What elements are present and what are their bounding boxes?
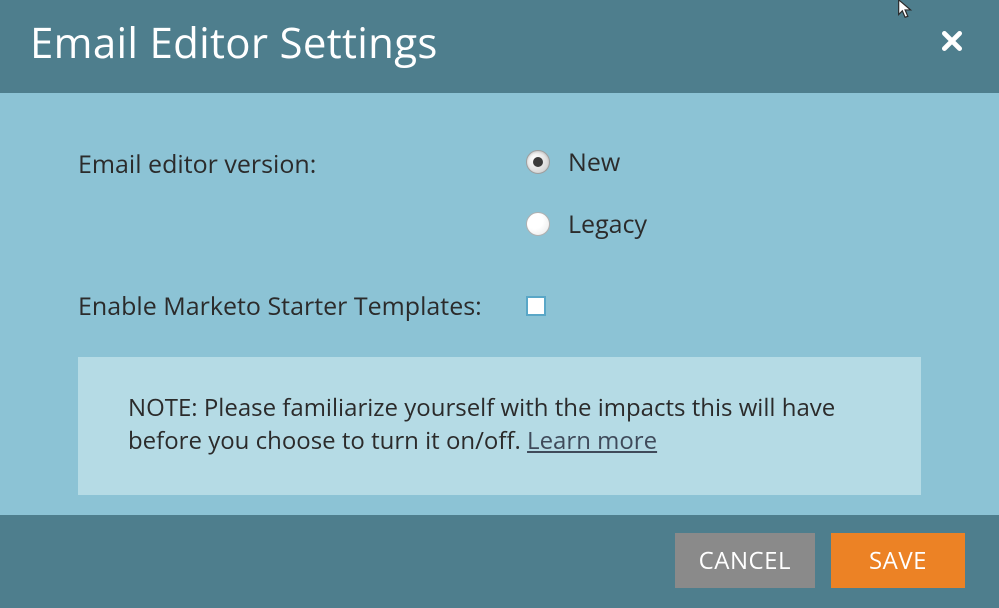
radio-label-new: New: [568, 145, 620, 179]
radio-label-legacy: Legacy: [568, 207, 647, 241]
starter-templates-row: Enable Marketo Starter Templates:: [78, 289, 921, 323]
radio-button-icon: [526, 212, 550, 236]
radio-option-legacy[interactable]: Legacy: [526, 207, 647, 241]
note-text: Please familiarize yourself with the imp…: [128, 391, 835, 457]
email-editor-version-row: Email editor version: New Legacy: [78, 145, 921, 241]
cursor-icon: [895, 0, 917, 20]
starter-templates-checkbox[interactable]: [526, 296, 546, 316]
dialog-header: Email Editor Settings: [0, 0, 999, 93]
dialog-footer: CANCEL SAVE: [0, 515, 999, 608]
note-box: NOTE: Please familiarize yourself with t…: [78, 357, 921, 495]
dialog-content: Email editor version: New Legacy Enable …: [0, 93, 999, 515]
starter-templates-label: Enable Marketo Starter Templates:: [78, 289, 526, 323]
email-editor-version-label: Email editor version:: [78, 145, 526, 181]
radio-button-icon: [526, 150, 550, 174]
note-prefix: NOTE:: [128, 391, 198, 424]
radio-option-new[interactable]: New: [526, 145, 647, 179]
dialog-title: Email Editor Settings: [30, 14, 438, 71]
cancel-button[interactable]: CANCEL: [675, 533, 815, 588]
email-editor-version-radio-group: New Legacy: [526, 145, 647, 241]
email-editor-settings-dialog: Email Editor Settings Email editor versi…: [0, 0, 999, 595]
close-icon[interactable]: [935, 23, 969, 63]
save-button[interactable]: SAVE: [831, 533, 965, 588]
learn-more-link[interactable]: Learn more: [527, 424, 657, 457]
